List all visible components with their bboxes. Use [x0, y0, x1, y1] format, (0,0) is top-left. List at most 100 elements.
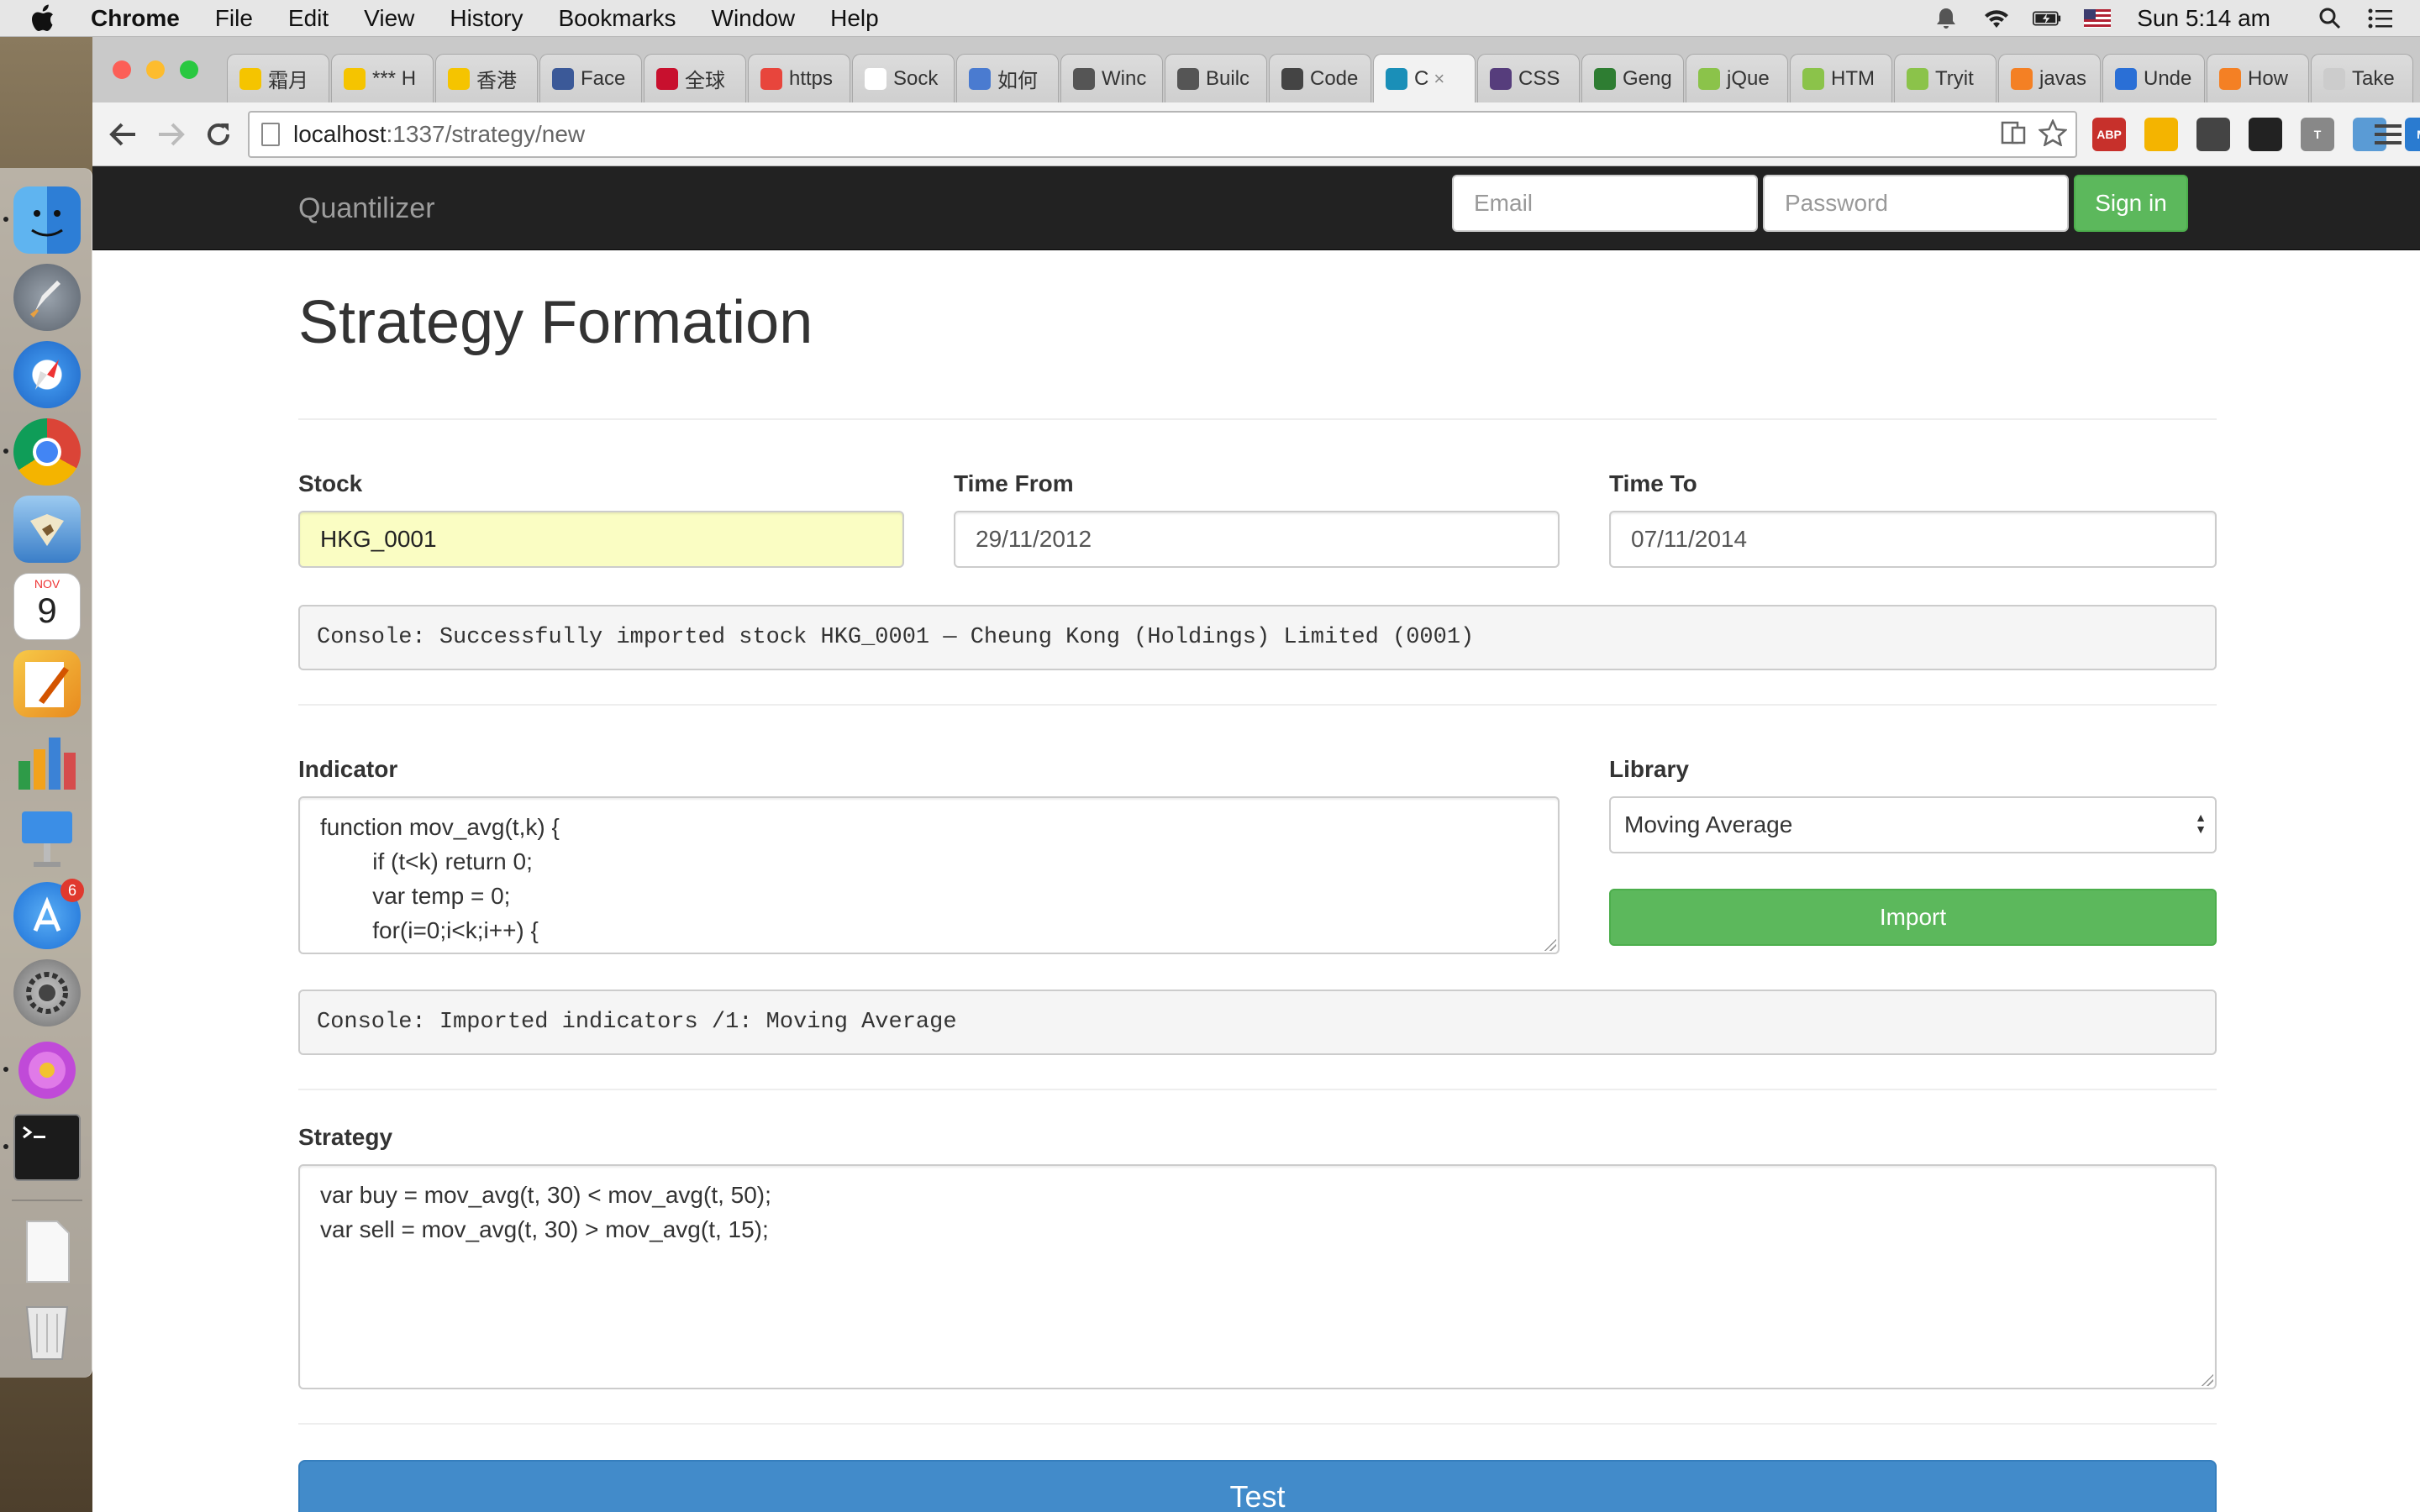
browser-tab[interactable]: https: [748, 54, 850, 102]
code-line: var buy = mov_avg(t, 30) < mov_avg(t, 50…: [320, 1182, 771, 1208]
password-input[interactable]: [1763, 175, 2069, 232]
apple-menu-icon[interactable]: [30, 4, 64, 33]
dock-numbers-icon[interactable]: [13, 727, 81, 795]
bookmark-star-icon[interactable]: [2037, 118, 2069, 150]
menubar-clock[interactable]: Sun 5:14 am: [2137, 5, 2270, 32]
indicator-console: Console: Imported indicators /1: Moving …: [298, 990, 2217, 1055]
dock-keynote-icon[interactable]: [13, 805, 81, 872]
page-action-icon[interactable]: [2000, 119, 2027, 150]
section-divider: [298, 1423, 2217, 1425]
menu-app-name[interactable]: Chrome: [91, 5, 180, 32]
browser-tab[interactable]: Builc: [1165, 54, 1267, 102]
indicator-code-textarea[interactable]: function mov_avg(t,k) { if (t<k) return …: [298, 796, 1560, 954]
dock-launchpad-icon[interactable]: [13, 264, 81, 331]
browser-tab[interactable]: 如何: [956, 54, 1059, 102]
us-flag-icon[interactable]: [2083, 6, 2112, 31]
site-brand[interactable]: Quantilizer: [298, 166, 435, 250]
dock-system-preferences-icon[interactable]: [13, 959, 81, 1026]
dock-chrome-icon[interactable]: [13, 418, 81, 486]
chrome-menu-icon[interactable]: [2370, 116, 2407, 153]
w3-icon: [1802, 67, 1824, 90]
w3-icon: [1907, 67, 1928, 90]
browser-tab[interactable]: Tryit: [1894, 54, 1996, 102]
back-button[interactable]: [104, 116, 141, 153]
menu-window[interactable]: Window: [712, 5, 796, 32]
browser-tab[interactable]: Unde: [2102, 54, 2205, 102]
forward-button[interactable]: [153, 116, 190, 153]
m-icon[interactable]: M: [2405, 118, 2420, 151]
code-line: if (t<k) return 0;: [320, 848, 533, 874]
url-host: localhost: [293, 121, 387, 147]
time-to-input[interactable]: [1609, 511, 2217, 568]
contrast-icon[interactable]: [2249, 118, 2282, 151]
wifi-icon[interactable]: [1982, 6, 2011, 31]
library-select[interactable]: Moving Average ▲ ▼: [1609, 796, 2217, 853]
browser-tab-label: jQue: [1727, 66, 1770, 90]
browser-tab[interactable]: jQue: [1686, 54, 1788, 102]
dock-running-indicator: [3, 1067, 8, 1072]
dock-mail-icon[interactable]: [13, 496, 81, 563]
browser-tab[interactable]: Geng: [1581, 54, 1684, 102]
notification-center-icon[interactable]: [2366, 6, 2395, 31]
reload-button[interactable]: [200, 116, 237, 153]
dock-terminal-icon[interactable]: [13, 1114, 81, 1181]
sign-in-button[interactable]: Sign in: [2074, 175, 2188, 232]
time-from-input[interactable]: [954, 511, 1560, 568]
bell-icon[interactable]: [1932, 6, 1960, 31]
email-input[interactable]: [1452, 175, 1758, 232]
menu-view[interactable]: View: [364, 5, 414, 32]
facebook-icon: [552, 67, 574, 90]
dock-calendar-icon[interactable]: NOV 9: [13, 573, 81, 640]
window-minimize-button[interactable]: [146, 60, 165, 79]
resize-handle[interactable]: [1543, 937, 1556, 951]
page-icon: [261, 123, 280, 146]
browser-tab[interactable]: Face: [539, 54, 642, 102]
dock-flower-app-icon[interactable]: [13, 1037, 81, 1104]
dock-document-icon[interactable]: [13, 1218, 81, 1285]
menu-history[interactable]: History: [450, 5, 523, 32]
browser-tab[interactable]: How: [2207, 54, 2309, 102]
browser-tab[interactable]: CSS: [1477, 54, 1580, 102]
dock-safari-icon[interactable]: [13, 341, 81, 408]
browser-tab[interactable]: 香港: [435, 54, 538, 102]
spotlight-icon[interactable]: [2316, 6, 2344, 31]
browser-tab-label: HTM: [1831, 66, 1875, 90]
menu-bookmarks[interactable]: Bookmarks: [558, 5, 676, 32]
ghostery-icon[interactable]: [2196, 118, 2230, 151]
strategy-code-textarea[interactable]: var buy = mov_avg(t, 30) < mov_avg(t, 50…: [298, 1164, 2217, 1389]
import-button[interactable]: Import: [1609, 889, 2217, 946]
browser-toolbar: localhost:1337/strategy/new ABP T M: [92, 102, 2420, 166]
calendar-day: 9: [37, 591, 57, 630]
dock-app-store-icon[interactable]: 6: [13, 879, 84, 949]
dock-pages-icon[interactable]: [13, 650, 81, 717]
browser-tab[interactable]: Take: [2311, 54, 2413, 102]
browser-tab[interactable]: C ×: [1373, 54, 1476, 102]
window-close-button[interactable]: [113, 60, 131, 79]
menu-file[interactable]: File: [215, 5, 253, 32]
dock-finder-icon[interactable]: [13, 186, 81, 254]
page-icon: [865, 67, 886, 90]
browser-tab[interactable]: Code: [1269, 54, 1371, 102]
indicator-label: Indicator: [298, 756, 398, 782]
browser-tab[interactable]: javas: [1998, 54, 2101, 102]
dock-trash-icon[interactable]: [13, 1295, 81, 1362]
font-icon[interactable]: T: [2301, 118, 2334, 151]
tab-close-icon[interactable]: ×: [1434, 68, 1444, 90]
window-zoom-button[interactable]: [180, 60, 198, 79]
sail-icon: [1386, 67, 1407, 90]
browser-tab[interactable]: 全球: [644, 54, 746, 102]
browser-tab[interactable]: Sock: [852, 54, 955, 102]
browser-tab[interactable]: HTM: [1790, 54, 1892, 102]
browser-tab[interactable]: 霜月: [227, 54, 329, 102]
browser-tab[interactable]: Winc: [1060, 54, 1163, 102]
menu-help[interactable]: Help: [830, 5, 879, 32]
browser-tab[interactable]: *** H: [331, 54, 434, 102]
address-bar[interactable]: localhost:1337/strategy/new: [248, 111, 2077, 158]
menu-edit[interactable]: Edit: [288, 5, 329, 32]
test-button[interactable]: Test: [298, 1460, 2217, 1512]
stock-input[interactable]: [298, 511, 904, 568]
drive-icon[interactable]: [2144, 118, 2178, 151]
battery-icon[interactable]: [2033, 6, 2061, 31]
abp-icon[interactable]: ABP: [2092, 118, 2126, 151]
resize-handle[interactable]: [2200, 1373, 2213, 1386]
